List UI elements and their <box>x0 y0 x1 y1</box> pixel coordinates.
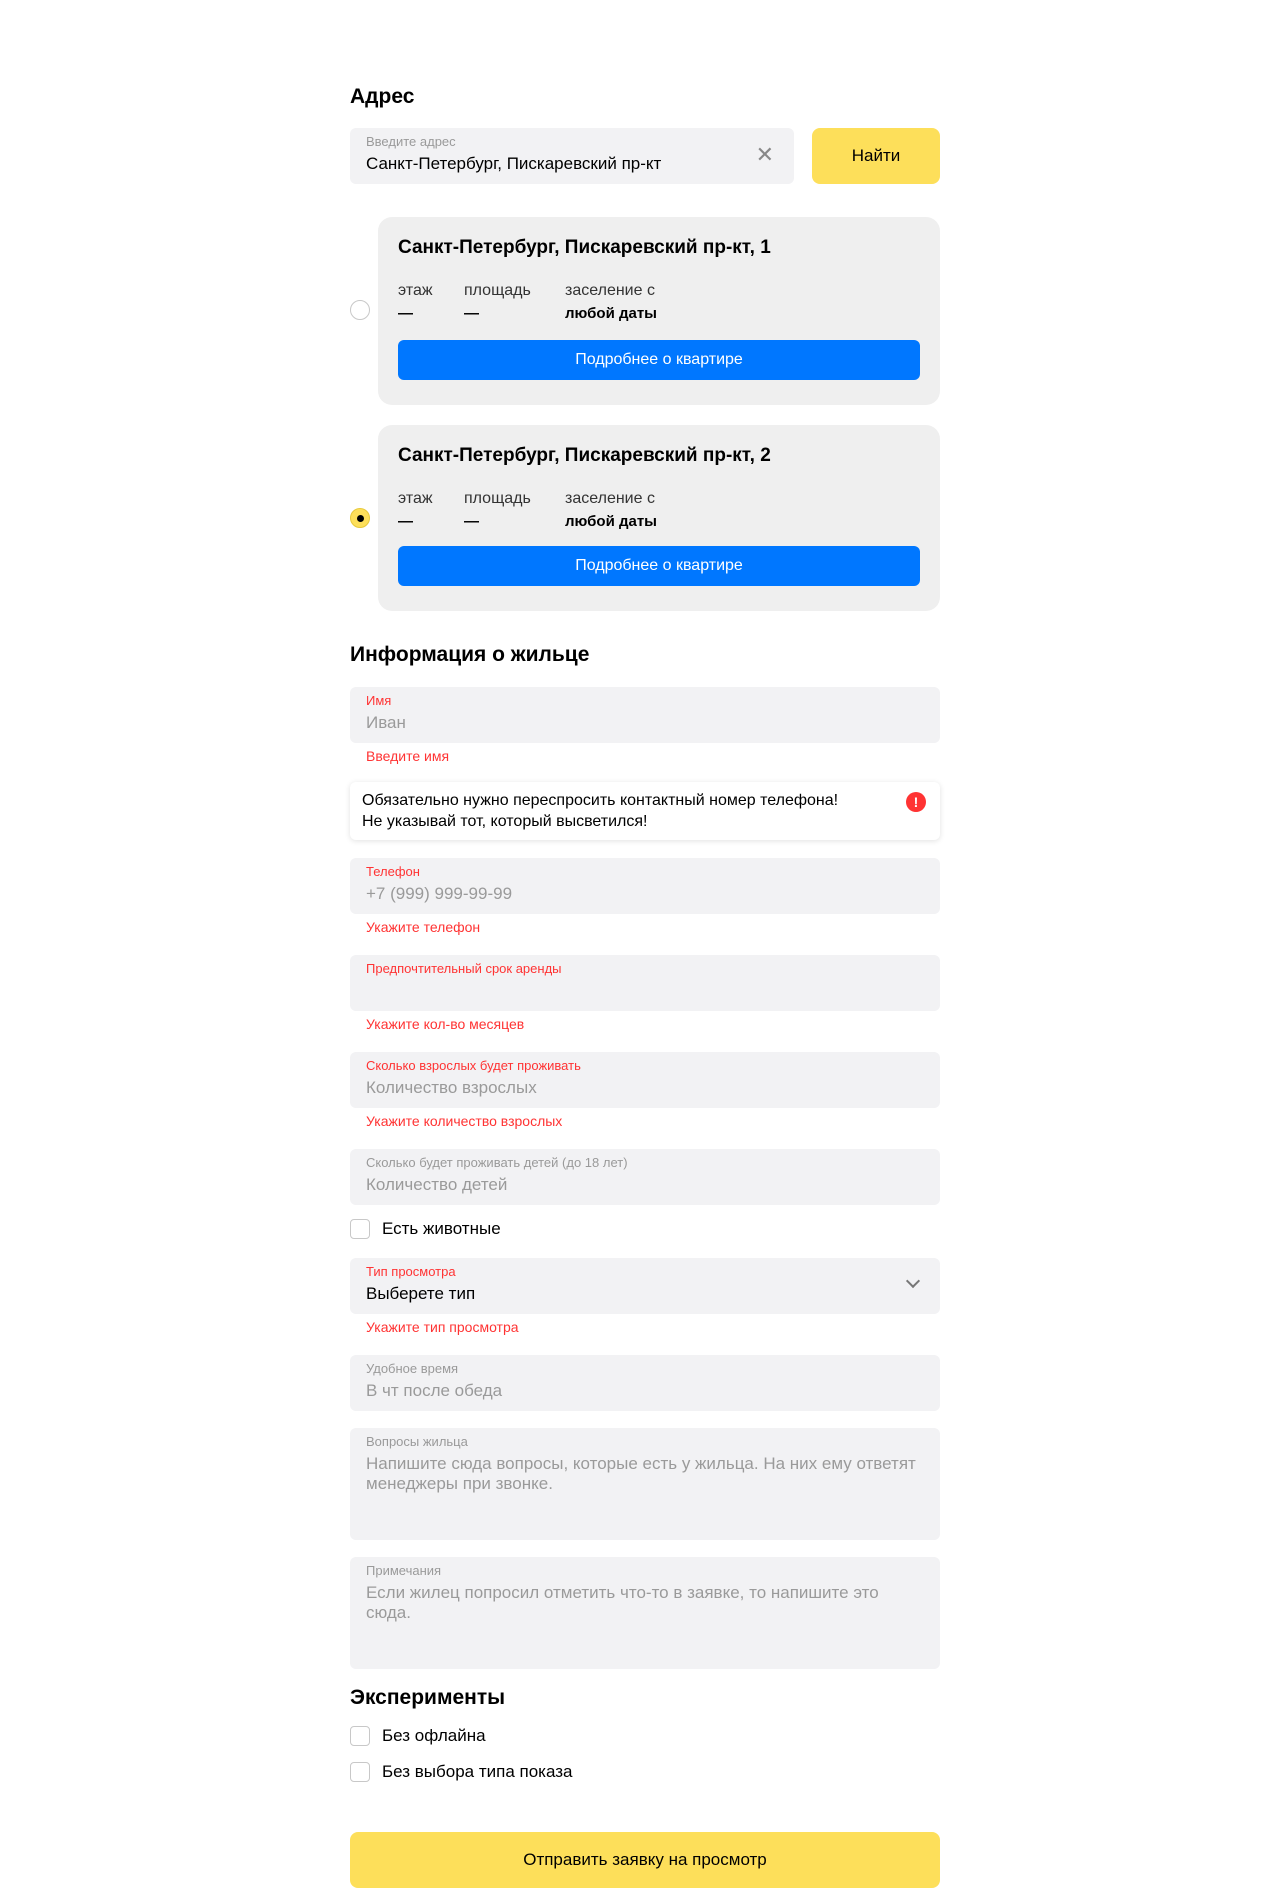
tenant-heading: Информация о жильце <box>350 643 590 666</box>
apartment-details-button[interactable]: Подробнее о квартире <box>398 546 920 586</box>
name-error: Введите имя <box>366 748 450 764</box>
adults-placeholder: Количество взрослых <box>366 1078 537 1097</box>
chevron-down-icon[interactable] <box>905 1273 921 1289</box>
apartment-card-1: Санкт-Петербург, Пискаревский пр-кт, 1 э… <box>378 217 940 405</box>
apartment-title: Санкт-Петербург, Пискаревский пр-кт, 2 <box>398 445 771 466</box>
view-type-error: Укажите тип просмотра <box>366 1319 519 1335</box>
rent-term-field[interactable]: Предпочтительный срок аренды <box>350 955 940 1011</box>
name-placeholder: Иван <box>366 713 406 732</box>
apartment-title: Санкт-Петербург, Пискаревский пр-кт, 1 <box>398 237 771 258</box>
apartment-1-radio[interactable] <box>350 300 370 320</box>
adults-error: Укажите количество взрослых <box>366 1113 563 1129</box>
view-type-label: Тип просмотра <box>366 1264 456 1279</box>
area-info: площадь — <box>464 490 531 530</box>
view-type-select[interactable]: Тип просмотра Выберете тип <box>350 1258 940 1314</box>
phone-notice: Обязательно нужно переспросить контактны… <box>350 782 940 840</box>
convenient-time-field[interactable]: Удобное время В чт после обеда <box>350 1355 940 1411</box>
experiments-heading: Эксперименты <box>350 1686 506 1709</box>
move-in-value: любой даты <box>565 305 657 322</box>
pets-checkbox[interactable] <box>350 1219 370 1239</box>
convenient-time-placeholder: В чт после обеда <box>366 1381 503 1400</box>
no-offline-label: Без офлайна <box>382 1726 486 1745</box>
notice-text: Обязательно нужно переспросить контактны… <box>362 790 838 832</box>
name-label: Имя <box>366 693 392 708</box>
move-in-value: любой даты <box>565 513 657 530</box>
find-button[interactable]: Найти <box>812 128 940 184</box>
no-view-type-checkbox-row[interactable]: Без выбора типа показа <box>350 1762 572 1782</box>
notice-line-2: Не указывай тот, который высветился! <box>362 813 648 830</box>
children-label: Сколько будет проживать детей (до 18 лет… <box>366 1155 628 1170</box>
move-in-label: заселение с <box>565 490 655 507</box>
apartment-card-2: Санкт-Петербург, Пискаревский пр-кт, 2 э… <box>378 425 940 611</box>
notes-label: Примечания <box>366 1563 442 1578</box>
pets-label: Есть животные <box>382 1219 501 1238</box>
notes-placeholder: Если жилец попросил отметить что-то в за… <box>366 1583 879 1622</box>
phone-label: Телефон <box>366 864 420 879</box>
phone-field[interactable]: Телефон +7 (999) 999-99-99 <box>350 858 940 914</box>
no-offline-checkbox[interactable] <box>350 1726 370 1746</box>
move-in-info: заселение с любой даты <box>565 490 657 530</box>
phone-error: Укажите телефон <box>366 919 481 935</box>
view-type-value: Выберете тип <box>366 1284 476 1303</box>
address-heading: Адрес <box>350 85 415 108</box>
floor-value: — <box>398 305 413 322</box>
area-value: — <box>464 513 479 530</box>
warning-icon: ! <box>906 792 926 812</box>
floor-label: этаж <box>398 282 433 299</box>
name-field[interactable]: Имя Иван <box>350 687 940 743</box>
floor-info: этаж — <box>398 282 433 322</box>
convenient-time-label: Удобное время <box>366 1361 459 1376</box>
floor-info: этаж — <box>398 490 433 530</box>
move-in-label: заселение с <box>565 282 655 299</box>
no-view-type-checkbox[interactable] <box>350 1762 370 1782</box>
address-input-label: Введите адрес <box>366 134 456 149</box>
address-input-value: Санкт-Петербург, Пискаревский пр-кт <box>366 154 662 173</box>
rent-term-label: Предпочтительный срок аренды <box>366 961 562 976</box>
questions-textarea[interactable]: Вопросы жильца Напишите сюда вопросы, ко… <box>350 1428 940 1540</box>
no-offline-checkbox-row[interactable]: Без офлайна <box>350 1726 486 1746</box>
clear-icon[interactable]: ✕ <box>756 144 774 166</box>
notes-textarea[interactable]: Примечания Если жилец попросил отметить … <box>350 1557 940 1669</box>
questions-placeholder: Напишите сюда вопросы, которые есть у жи… <box>366 1454 916 1493</box>
move-in-info: заселение с любой даты <box>565 282 657 322</box>
questions-label: Вопросы жильца <box>366 1434 468 1449</box>
adults-field[interactable]: Сколько взрослых будет проживать Количес… <box>350 1052 940 1108</box>
rent-term-error: Укажите кол-во месяцев <box>366 1016 525 1032</box>
children-field[interactable]: Сколько будет проживать детей (до 18 лет… <box>350 1149 940 1205</box>
area-value: — <box>464 305 479 322</box>
phone-placeholder: +7 (999) 999-99-99 <box>366 884 513 903</box>
address-input[interactable]: Введите адрес Санкт-Петербург, Пискаревс… <box>350 128 794 184</box>
notice-line-1: Обязательно нужно переспросить контактны… <box>362 792 839 809</box>
apartment-details-button[interactable]: Подробнее о квартире <box>398 340 920 380</box>
floor-value: — <box>398 513 413 530</box>
floor-label: этаж <box>398 490 433 507</box>
children-placeholder: Количество детей <box>366 1175 508 1194</box>
adults-label: Сколько взрослых будет проживать <box>366 1058 581 1073</box>
submit-button[interactable]: Отправить заявку на просмотр <box>350 1832 940 1888</box>
no-view-type-label: Без выбора типа показа <box>382 1762 573 1781</box>
apartment-2-radio[interactable] <box>350 508 370 528</box>
area-info: площадь — <box>464 282 531 322</box>
area-label: площадь <box>464 490 531 507</box>
pets-checkbox-row[interactable]: Есть животные <box>350 1219 501 1239</box>
area-label: площадь <box>464 282 531 299</box>
